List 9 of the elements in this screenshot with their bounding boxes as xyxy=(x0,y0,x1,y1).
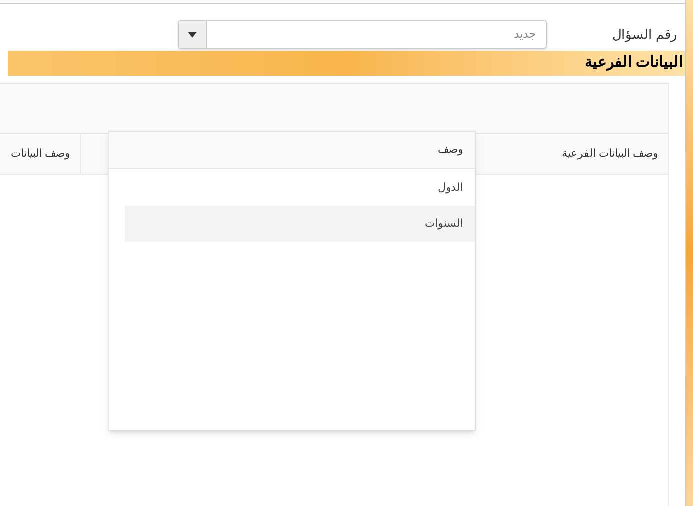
dropdown-caret-icon[interactable] xyxy=(179,21,207,48)
column-header[interactable]: وصف البيانات الفرعية xyxy=(540,134,668,174)
section-title: البيانات الفرعية xyxy=(584,53,683,74)
select-value: جديد xyxy=(513,26,537,43)
dropdown-header: وصف xyxy=(109,132,475,169)
question-select[interactable]: جديد xyxy=(178,20,547,49)
dropdown-option[interactable]: السنوات xyxy=(125,206,475,242)
column-header[interactable]: وصف البيانات xyxy=(0,134,80,174)
field-label: رقم السؤال xyxy=(611,26,677,44)
